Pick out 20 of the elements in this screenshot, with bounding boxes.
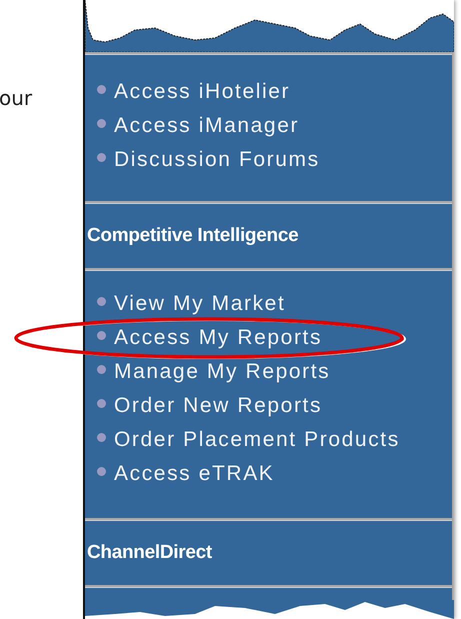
- bullet-icon: [97, 84, 106, 94]
- menu-link[interactable]: Order Placement Products: [114, 428, 400, 452]
- bullet-icon: [97, 466, 106, 476]
- bullet-icon: [97, 330, 106, 340]
- bullet-icon: [97, 152, 106, 162]
- section-heading: ChannelDirect: [87, 542, 212, 564]
- menu-link[interactable]: Access eTRAK: [114, 462, 274, 486]
- bullet-icon: [97, 296, 106, 306]
- menu-link[interactable]: Access iManager: [114, 114, 300, 138]
- menu-link[interactable]: Manage My Reports: [114, 360, 330, 384]
- menu-link[interactable]: Discussion Forums: [114, 148, 320, 172]
- bullet-icon: [97, 118, 106, 128]
- menu-link[interactable]: View My Market: [114, 292, 286, 316]
- bullet-icon: [97, 364, 106, 374]
- bullet-icon: [97, 432, 106, 442]
- section-heading: Competitive Intelligence: [87, 225, 298, 247]
- body-text-fragment: our: [0, 86, 32, 110]
- menu-link[interactable]: Access iHotelier: [114, 80, 290, 104]
- menu-link[interactable]: Order New Reports: [114, 394, 322, 418]
- bullet-icon: [97, 398, 106, 408]
